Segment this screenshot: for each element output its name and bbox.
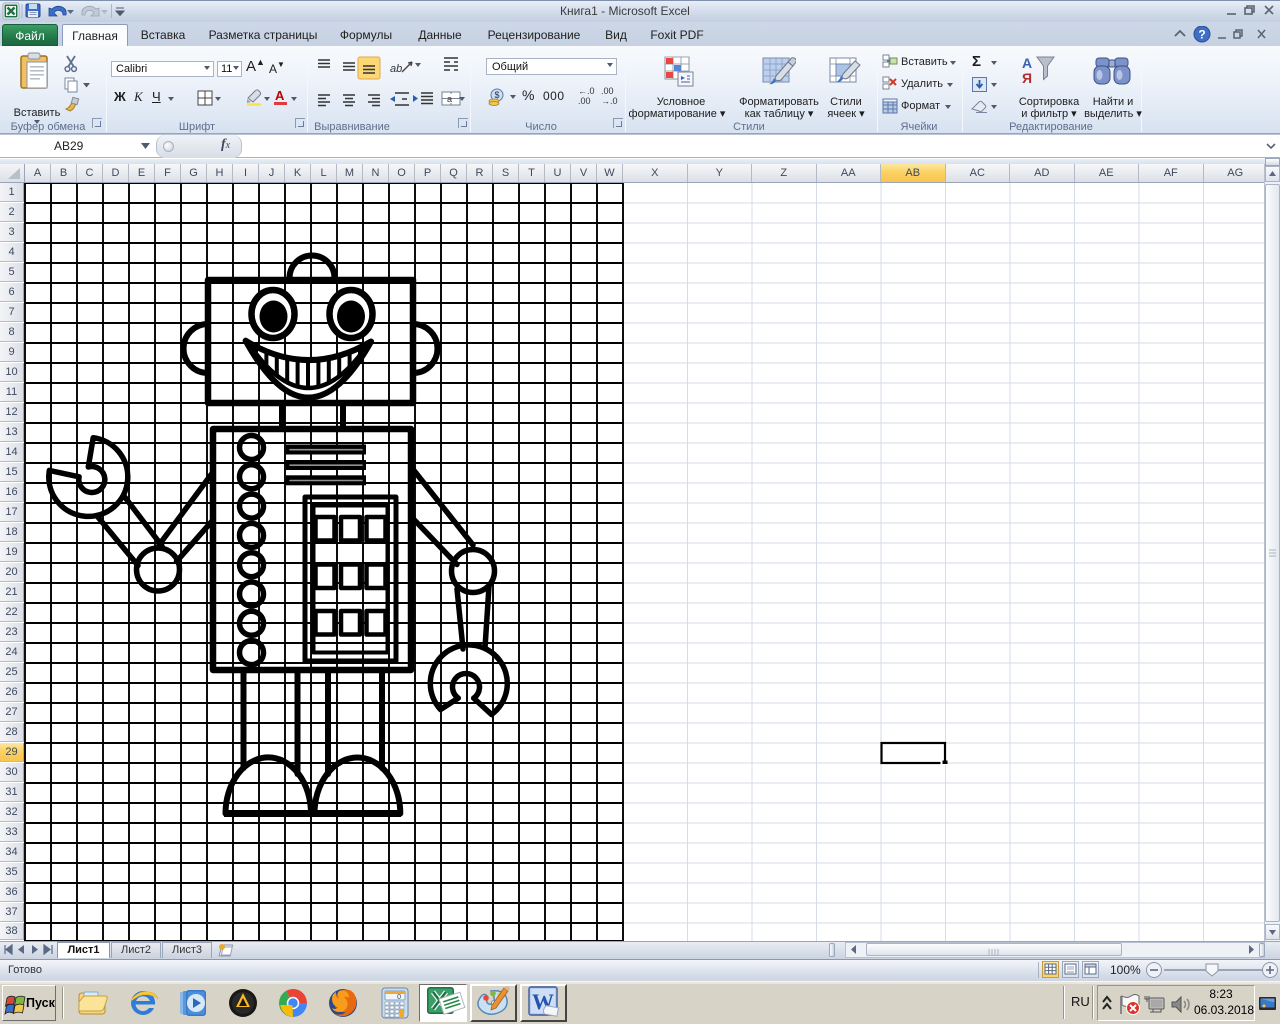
svg-text:ab: ab bbox=[390, 63, 402, 75]
svg-text:?: ? bbox=[1198, 28, 1205, 42]
svg-text:А: А bbox=[1022, 55, 1032, 71]
svg-text:Пуск: Пуск bbox=[26, 996, 55, 1010]
svg-text:a: a bbox=[447, 94, 452, 104]
svg-text:$: $ bbox=[494, 90, 499, 100]
svg-text:Я: Я bbox=[1022, 70, 1032, 86]
svg-text:0: 0 bbox=[397, 994, 401, 1001]
